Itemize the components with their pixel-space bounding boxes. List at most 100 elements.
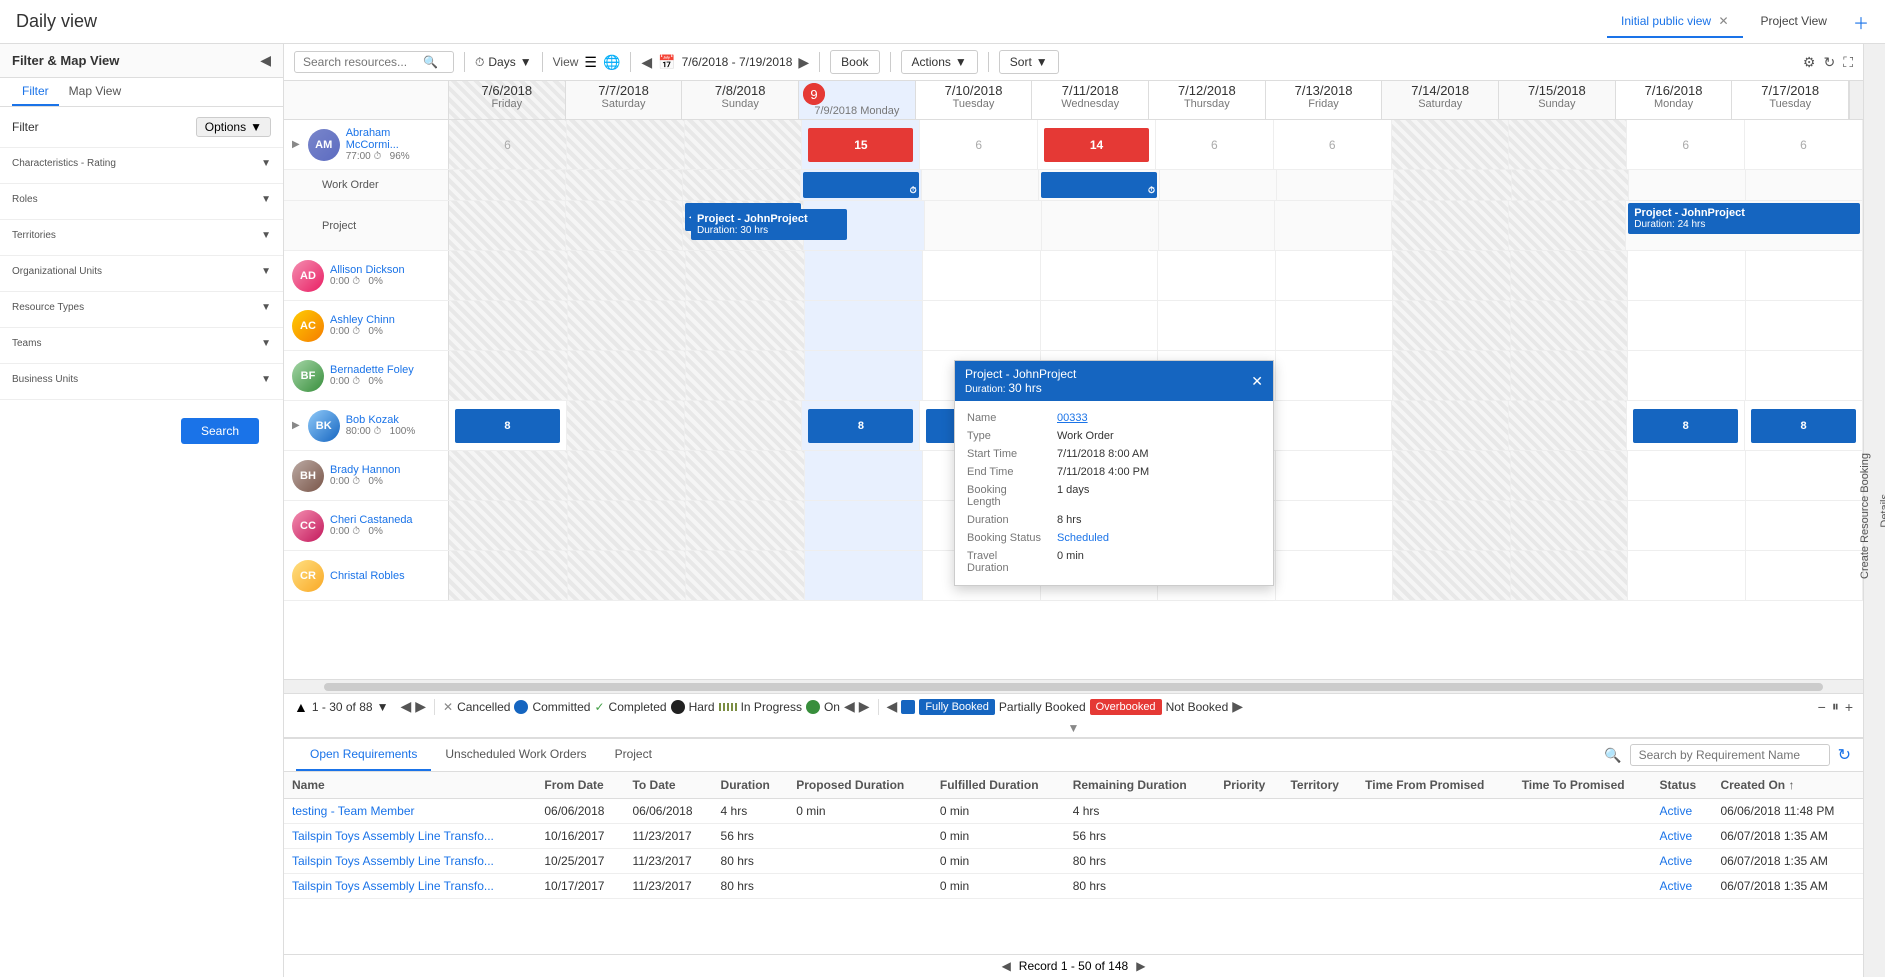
calendar-icon[interactable]: 📅 xyxy=(658,54,675,71)
refresh-icon[interactable]: ↻ xyxy=(1823,54,1835,71)
booking-block-15[interactable]: 15 xyxy=(808,128,913,162)
globe-icon[interactable]: 🌐 xyxy=(603,54,620,71)
search-icon[interactable]: 🔍 xyxy=(423,55,438,69)
req-name-link-1[interactable]: testing - Team Member xyxy=(292,804,415,818)
col-duration[interactable]: Duration xyxy=(713,772,789,799)
options-button[interactable]: Options ▼ xyxy=(196,117,271,137)
bob-block-mon[interactable]: 8 xyxy=(808,409,913,443)
filter-roles-label[interactable]: Roles ▼ xyxy=(12,194,271,205)
pause-button[interactable]: ⏸ xyxy=(1832,698,1839,715)
next-page-button[interactable]: ▶ xyxy=(415,698,426,715)
resource-name-brady[interactable]: Brady Hannon xyxy=(330,464,400,476)
refresh-lower-button[interactable]: ↻ xyxy=(1838,745,1851,765)
resource-name-ashley[interactable]: Ashley Chinn xyxy=(330,314,395,326)
bob-block-mon2[interactable]: 8 xyxy=(1633,409,1738,443)
list-view-icon[interactable]: ☰ xyxy=(584,54,597,71)
col-fulfilled[interactable]: Fulfilled Duration xyxy=(932,772,1065,799)
scroll-right-icon[interactable] xyxy=(1849,81,1863,119)
booking-prev-button[interactable]: ◀ xyxy=(887,698,898,715)
popup-status-link[interactable]: Scheduled xyxy=(1057,532,1109,544)
scroll-down-button[interactable]: ▼ xyxy=(1068,721,1080,735)
expand-icon[interactable]: ▶ xyxy=(292,420,300,431)
filter-section-header[interactable]: Filter Options ▼ xyxy=(12,117,271,137)
settings-icon[interactable]: ⚙ xyxy=(1803,54,1816,71)
resource-name-bernadette[interactable]: Bernadette Foley xyxy=(330,364,414,376)
expand-icon[interactable]: ▶ xyxy=(292,139,300,150)
popup-close-button[interactable]: ✕ xyxy=(1251,373,1263,390)
req-name-link-3[interactable]: Tailspin Toys Assembly Line Transfo... xyxy=(292,854,494,868)
wo-booking-block-mon[interactable]: ⏱ xyxy=(803,172,919,198)
table-prev-button[interactable]: ◀ xyxy=(1002,959,1011,973)
tab-unscheduled-work-orders[interactable]: Unscheduled Work Orders xyxy=(431,739,600,771)
horizontal-scrollbar[interactable] xyxy=(284,679,1863,693)
status-link-3[interactable]: Active xyxy=(1659,854,1692,868)
popup-name-link[interactable]: 00333 xyxy=(1057,412,1088,424)
resource-name-bob[interactable]: Bob Kozak xyxy=(346,414,416,426)
col-name[interactable]: Name xyxy=(284,772,536,799)
add-tab-button[interactable]: ＋ xyxy=(1853,10,1869,34)
bob-block-tue2[interactable]: 8 xyxy=(1751,409,1856,443)
tab-project-view[interactable]: Project View xyxy=(1747,6,1841,38)
req-name-link-4[interactable]: Tailspin Toys Assembly Line Transfo... xyxy=(292,879,494,893)
status-link-2[interactable]: Active xyxy=(1659,829,1692,843)
pager-dropdown-button[interactable]: ▼ xyxy=(377,700,389,714)
right-detail-panel[interactable]: Details Create Resource Booking xyxy=(1863,44,1885,977)
search-button[interactable]: Search xyxy=(181,418,259,444)
req-name-link-2[interactable]: Tailspin Toys Assembly Line Transfo... xyxy=(292,829,494,843)
resource-name-cheri[interactable]: Cheri Castaneda xyxy=(330,514,413,526)
filter-business-units-label[interactable]: Business Units ▼ xyxy=(12,374,271,385)
scroll-thumb[interactable] xyxy=(324,683,1823,691)
legend-prev-button[interactable]: ◀ xyxy=(844,698,855,715)
legend-next-button[interactable]: ▶ xyxy=(859,698,870,715)
tab-initial-public-view[interactable]: Initial public view ✕ xyxy=(1607,6,1742,38)
col-created[interactable]: Created On ↑ xyxy=(1712,772,1863,799)
col-from[interactable]: From Date xyxy=(536,772,624,799)
fullscreen-icon[interactable]: ⛶ xyxy=(1843,54,1853,71)
legend-in-progress: In Progress xyxy=(719,700,802,714)
next-date-button[interactable]: ▶ xyxy=(798,54,809,71)
col-time-to[interactable]: Time To Promised xyxy=(1514,772,1652,799)
filter-territories-label[interactable]: Territories ▼ xyxy=(12,230,271,241)
booking-next-button[interactable]: ▶ xyxy=(1232,698,1243,715)
days-button[interactable]: ⏱ Days ▼ xyxy=(475,55,532,70)
project-block-end[interactable]: Project - JohnProject Duration: 24 hrs xyxy=(1628,203,1860,234)
col-remaining[interactable]: Remaining Duration xyxy=(1065,772,1216,799)
col-time-from[interactable]: Time From Promised xyxy=(1357,772,1514,799)
zoom-in-button[interactable]: + xyxy=(1845,699,1853,715)
actions-button[interactable]: Actions ▼ xyxy=(901,50,978,74)
filter-tab-filter[interactable]: Filter xyxy=(12,78,59,106)
col-to[interactable]: To Date xyxy=(624,772,712,799)
book-button[interactable]: Book xyxy=(830,50,879,74)
collapse-panel-button[interactable]: ◀ xyxy=(260,52,271,69)
prev-page-button[interactable]: ◀ xyxy=(400,698,411,715)
zoom-out-button[interactable]: − xyxy=(1818,699,1826,715)
col-status[interactable]: Status xyxy=(1651,772,1712,799)
filter-tab-map[interactable]: Map View xyxy=(59,78,131,106)
col-proposed[interactable]: Proposed Duration xyxy=(788,772,932,799)
status-link-1[interactable]: Active xyxy=(1659,804,1692,818)
tab-close-icon[interactable]: ✕ xyxy=(1718,14,1728,28)
status-link-4[interactable]: Active xyxy=(1659,879,1692,893)
filter-characteristics-label[interactable]: Characteristics - Rating ▼ xyxy=(12,158,271,169)
col-priority[interactable]: Priority xyxy=(1215,772,1282,799)
resource-name-christal[interactable]: Christal Robles xyxy=(330,570,405,582)
sort-button[interactable]: Sort ▼ xyxy=(999,50,1059,74)
filter-resource-types-label[interactable]: Resource Types ▼ xyxy=(12,302,271,313)
search-input[interactable] xyxy=(303,55,423,69)
project-block-spanning[interactable]: Project - JohnProject Duration: 30 hrs xyxy=(691,209,847,240)
table-next-button[interactable]: ▶ xyxy=(1136,959,1145,973)
filter-org-units-label[interactable]: Organizational Units ▼ xyxy=(12,266,271,277)
lower-search-input[interactable] xyxy=(1630,744,1830,766)
prev-date-button[interactable]: ◀ xyxy=(641,54,652,71)
resource-info-christal: CR Christal Robles xyxy=(284,551,449,600)
collapse-rows-button[interactable]: ▲ xyxy=(294,699,308,715)
filter-teams-label[interactable]: Teams ▼ xyxy=(12,338,271,349)
resource-name-allison[interactable]: Allison Dickson xyxy=(330,264,405,276)
wo-booking-block-wed[interactable]: ⏱ xyxy=(1041,172,1157,198)
col-territory[interactable]: Territory xyxy=(1282,772,1357,799)
bob-block-fri[interactable]: 8 xyxy=(455,409,560,443)
booking-block-14[interactable]: 14 xyxy=(1044,128,1149,162)
tab-open-requirements[interactable]: Open Requirements xyxy=(296,739,431,771)
resource-name-abraham[interactable]: Abraham McCormi... xyxy=(346,127,440,151)
tab-project[interactable]: Project xyxy=(601,739,666,771)
